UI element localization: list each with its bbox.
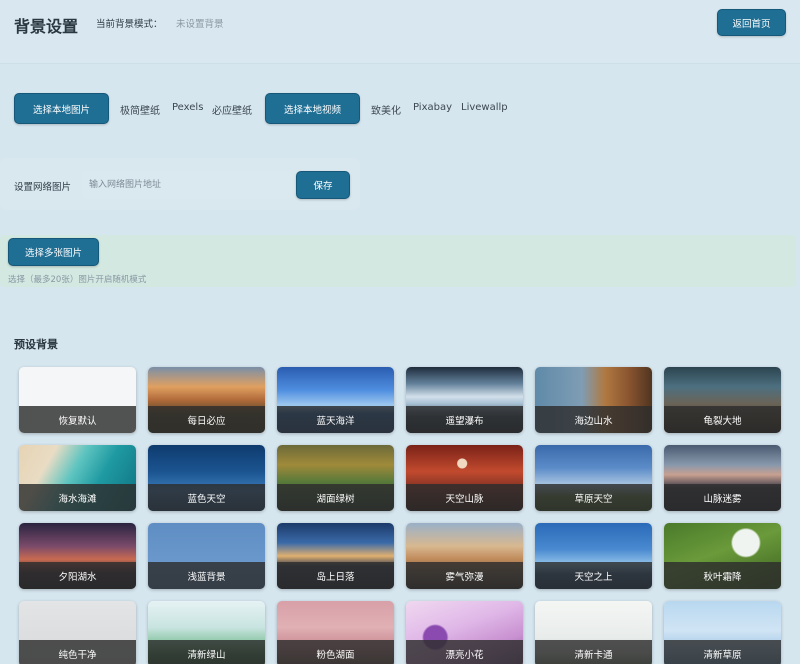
preset-tile[interactable]: 海边山水: [535, 367, 652, 433]
preset-label: 蓝色天空: [148, 484, 265, 511]
link-minimal-wallpaper[interactable]: 极简壁纸: [120, 102, 160, 117]
back-home-button[interactable]: 返回首页: [717, 9, 786, 36]
preset-label: 山脉迷雾: [664, 484, 781, 511]
preset-label: 龟裂大地: [664, 406, 781, 433]
network-image-label: 设置网络图片: [14, 182, 72, 193]
multi-image-hint: 选择（最多20张）图片开启随机模式: [8, 275, 147, 285]
preset-label: 秋叶霜降: [664, 562, 781, 589]
select-local-video-button[interactable]: 选择本地视频: [265, 93, 360, 124]
preset-tile[interactable]: 清新草原: [664, 601, 781, 664]
preset-tile[interactable]: 每日必应: [148, 367, 265, 433]
preset-label: 雾气弥漫: [406, 562, 523, 589]
preset-label: 粉色湖面: [277, 640, 394, 664]
preset-tile[interactable]: 纯色干净: [19, 601, 136, 664]
page-title: 背景设置: [14, 17, 79, 36]
background-mode-value: 未设置背景: [176, 19, 224, 30]
preset-label: 浅蓝背景: [148, 562, 265, 589]
preset-grid: 恢复默认 每日必应 蓝天海洋 遥望瀑布 海边山水 龟裂大地海水海滩 蓝色天空 湖面绿树 天空山脉…: [19, 367, 781, 664]
preset-tile[interactable]: 漂亮小花: [406, 601, 523, 664]
preset-tile[interactable]: 遥望瀑布: [406, 367, 523, 433]
link-zhimeihua[interactable]: 致美化: [371, 102, 401, 117]
preset-tile[interactable]: 草原天空: [535, 445, 652, 511]
preset-tile[interactable]: 恢复默认: [19, 367, 136, 433]
preset-label: 清新绿山: [148, 640, 265, 664]
preset-label: 海边山水: [535, 406, 652, 433]
preset-label: 天空山脉: [406, 484, 523, 511]
preset-label: 清新卡通: [535, 640, 652, 664]
link-pixabay[interactable]: Pixabay: [413, 102, 452, 113]
preset-tile[interactable]: 雾气弥漫: [406, 523, 523, 589]
preset-tile[interactable]: 湖面绿树: [277, 445, 394, 511]
preset-label: 恢复默认: [19, 406, 136, 433]
select-multiple-images-button[interactable]: 选择多张图片: [8, 238, 99, 266]
save-button[interactable]: 保存: [296, 171, 350, 199]
preset-label: 岛上日落: [277, 562, 394, 589]
preset-label: 清新草原: [664, 640, 781, 664]
preset-tile[interactable]: 海水海滩: [19, 445, 136, 511]
preset-label: 海水海滩: [19, 484, 136, 511]
link-bing-wallpaper[interactable]: 必应壁纸: [212, 102, 252, 117]
preset-tile[interactable]: 夕阳湖水: [19, 523, 136, 589]
preset-tile[interactable]: 山脉迷雾: [664, 445, 781, 511]
preset-label: 天空之上: [535, 562, 652, 589]
link-livewallp[interactable]: Livewallp: [461, 102, 508, 113]
preset-label: 蓝天海洋: [277, 406, 394, 433]
preset-tile[interactable]: 蓝色天空: [148, 445, 265, 511]
preset-label: 遥望瀑布: [406, 406, 523, 433]
preset-label: 夕阳湖水: [19, 562, 136, 589]
preset-tile[interactable]: 蓝天海洋: [277, 367, 394, 433]
preset-label: 漂亮小花: [406, 640, 523, 664]
header-bar: 背景设置 当前背景模式： 未设置背景 返回首页: [0, 0, 800, 64]
preset-tile[interactable]: 浅蓝背景: [148, 523, 265, 589]
preset-tile[interactable]: 粉色湖面: [277, 601, 394, 664]
preset-label: 草原天空: [535, 484, 652, 511]
preset-section-title: 预设背景: [14, 338, 58, 351]
preset-tile[interactable]: 天空之上: [535, 523, 652, 589]
preset-tile[interactable]: 秋叶霜降: [664, 523, 781, 589]
link-pexels[interactable]: Pexels: [172, 102, 203, 113]
preset-tile[interactable]: 岛上日落: [277, 523, 394, 589]
select-local-image-button[interactable]: 选择本地图片: [14, 93, 109, 124]
preset-tile[interactable]: 龟裂大地: [664, 367, 781, 433]
preset-tile[interactable]: 清新绿山: [148, 601, 265, 664]
preset-tile[interactable]: 天空山脉: [406, 445, 523, 511]
preset-label: 每日必应: [148, 406, 265, 433]
source-row: 选择本地图片 极简壁纸 Pexels 必应壁纸 选择本地视频 致美化 Pixab…: [14, 93, 794, 124]
preset-tile[interactable]: 清新卡通: [535, 601, 652, 664]
image-url-input[interactable]: [82, 171, 292, 199]
background-mode-label: 当前背景模式：: [96, 19, 163, 30]
preset-label: 纯色干净: [19, 640, 136, 664]
preset-label: 湖面绿树: [277, 484, 394, 511]
